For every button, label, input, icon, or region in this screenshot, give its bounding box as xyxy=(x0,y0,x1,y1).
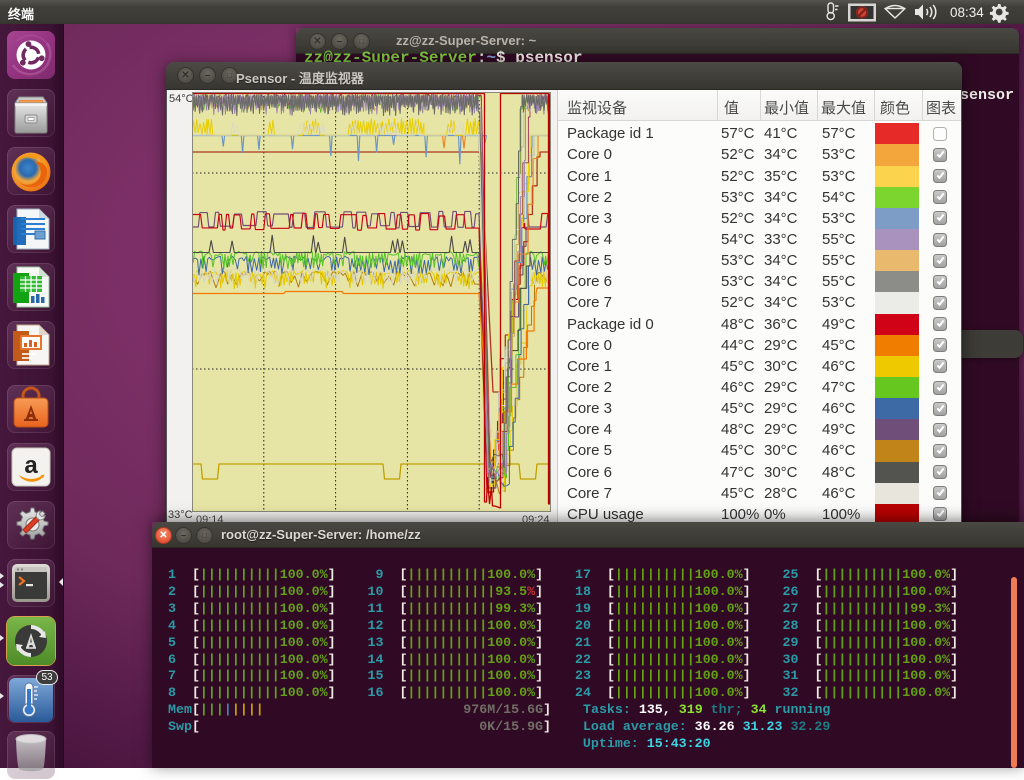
svg-text:a: a xyxy=(24,452,38,479)
svg-text:08:34: 08:34 xyxy=(950,5,984,20)
